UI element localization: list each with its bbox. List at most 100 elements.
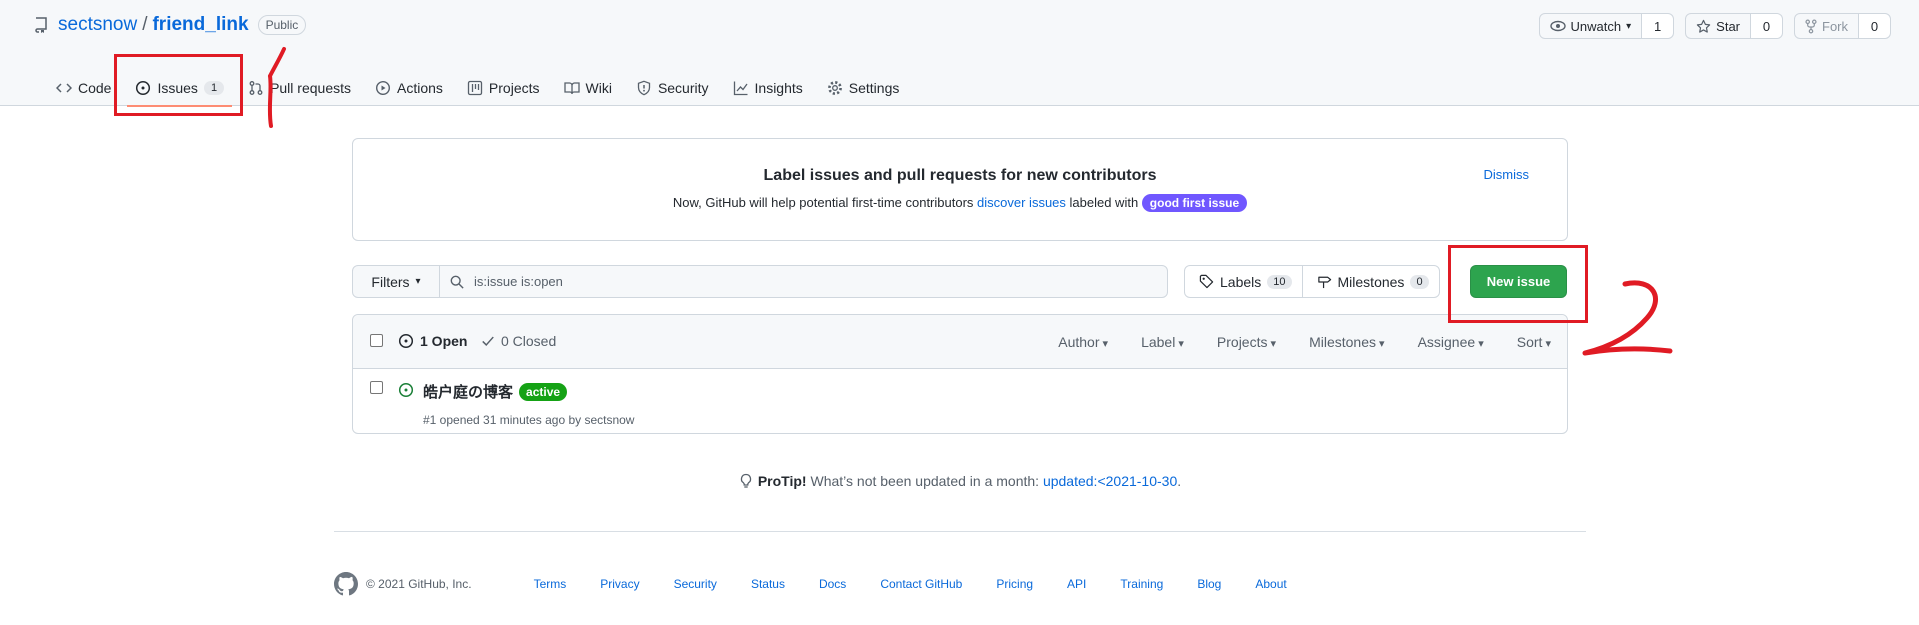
issue-sort-menus: Author Label Projects Milestones Assigne… (1058, 334, 1551, 350)
good-first-issue-label[interactable]: good first issue (1141, 194, 1248, 212)
milestone-icon (1317, 274, 1332, 289)
watch-count[interactable]: 1 (1642, 14, 1674, 38)
search-input[interactable] (474, 274, 1114, 289)
milestones-button[interactable]: Milestones 0 (1301, 266, 1439, 297)
tab-pull-requests[interactable]: Pull requests (236, 70, 363, 106)
fork-label: Fork (1822, 18, 1848, 34)
protip-end: . (1177, 473, 1182, 489)
banner-title: Label issues and pull requests for new c… (763, 167, 1157, 184)
table-icon (467, 80, 483, 96)
labels-label: Labels (1220, 273, 1262, 290)
footer-link-about[interactable]: About (1255, 577, 1286, 591)
fork-count[interactable]: 0 (1859, 14, 1890, 38)
assignee-menu[interactable]: Assignee (1418, 334, 1484, 350)
labels-count: 10 (1267, 274, 1292, 289)
sort-menu[interactable]: Sort (1517, 334, 1551, 350)
footer-link-privacy[interactable]: Privacy (600, 577, 639, 591)
tab-settings[interactable]: Settings (815, 70, 912, 106)
milestones-count: 0 (1410, 274, 1429, 289)
protip-strong: ProTip! (757, 473, 807, 489)
filter-bar: Filters ▾ Labels 10 Milestones 0 New iss… (352, 265, 1568, 298)
watch-label: Unwatch (1570, 18, 1622, 34)
footer-link-contact[interactable]: Contact GitHub (880, 577, 962, 591)
footer-links: Terms Privacy Security Status Docs Conta… (534, 577, 1287, 591)
tab-security[interactable]: Security (624, 70, 721, 106)
footer-link-security[interactable]: Security (674, 577, 717, 591)
star-count[interactable]: 0 (1751, 14, 1782, 38)
repo-separator: / (142, 14, 148, 35)
select-all-checkbox[interactable] (370, 334, 383, 347)
filters-label: Filters (371, 273, 410, 290)
issue-title-link[interactable]: 皓户庭の博客 (423, 381, 513, 402)
issues-search (439, 265, 1168, 298)
open-count-label: 1 Open (420, 333, 468, 349)
tab-label: Settings (848, 80, 900, 96)
footer-link-docs[interactable]: Docs (819, 577, 846, 591)
footer-link-api[interactable]: API (1067, 577, 1086, 591)
contributors-banner: Label issues and pull requests for new c… (352, 138, 1568, 241)
filters-dropdown[interactable]: Filters ▾ (352, 265, 440, 298)
open-issues-filter[interactable]: 1 Open (398, 333, 467, 349)
issues-list: 1 Open 0 Closed Author Label Projects Mi… (352, 314, 1568, 434)
protip-link[interactable]: updated:<2021-10-30 (1043, 473, 1177, 489)
dismiss-button[interactable]: Dismiss (1484, 167, 1530, 182)
labels-milestones-group: Labels 10 Milestones 0 (1184, 265, 1440, 298)
tag-icon (1199, 274, 1214, 289)
eye-icon (1549, 20, 1566, 32)
footer-link-status[interactable]: Status (751, 577, 785, 591)
star-icon (1696, 19, 1711, 34)
fork-button-group: Fork 0 (1794, 13, 1891, 39)
banner-text-after: labeled with (1065, 195, 1142, 210)
milestones-menu[interactable]: Milestones (1309, 334, 1385, 350)
issue-label[interactable]: active (519, 382, 568, 401)
tab-wiki[interactable]: Wiki (552, 70, 624, 106)
banner-text: Now, GitHub will help potential first-ti… (353, 194, 1567, 212)
issue-opened-icon (398, 382, 414, 398)
annotation-number-1 (267, 47, 286, 128)
play-icon (375, 80, 391, 96)
repo-actions: Unwatch ▾ 1 Star 0 Fork 0 (1538, 13, 1891, 39)
closed-count-label: 0 Closed (501, 333, 557, 349)
issues-list-header: 1 Open 0 Closed Author Label Projects Mi… (353, 315, 1567, 369)
repo-owner-link[interactable]: sectsnow (58, 14, 137, 36)
issue-row: 皓户庭の博客 active #1 opened 31 minutes ago b… (353, 369, 1567, 434)
repo-name-link[interactable]: friend_link (152, 14, 248, 36)
book-icon (563, 80, 580, 96)
star-button-group: Star 0 (1685, 13, 1783, 39)
author-menu[interactable]: Author (1058, 334, 1108, 350)
annotation-number-2 (1582, 280, 1673, 356)
issue-opened-icon (398, 333, 414, 349)
repo-forked-icon (1805, 19, 1817, 34)
tab-actions[interactable]: Actions (363, 70, 455, 106)
tab-label: Actions (397, 80, 443, 96)
footer-link-terms[interactable]: Terms (534, 577, 567, 591)
tab-code[interactable]: Code (44, 70, 123, 106)
issue-checkbox[interactable] (370, 381, 383, 394)
watch-button[interactable]: Unwatch ▾ (1540, 14, 1643, 38)
projects-menu[interactable]: Projects (1217, 334, 1276, 350)
tab-insights[interactable]: Insights (721, 70, 815, 106)
issue-title-line: 皓户庭の博客 active (423, 381, 568, 402)
issue-meta: #1 opened 31 minutes ago by sectsnow (423, 413, 635, 427)
copyright: © 2021 GitHub, Inc. (366, 577, 472, 591)
discover-issues-link[interactable]: discover issues (977, 195, 1066, 210)
fork-button[interactable]: Fork (1795, 14, 1859, 38)
protip-text: ProTip! What’s not been updated in a mon… (758, 473, 1181, 489)
closed-issues-filter[interactable]: 0 Closed (481, 333, 556, 349)
protip-body: What’s not been updated in a month: (806, 473, 1043, 489)
tab-projects[interactable]: Projects (455, 70, 552, 106)
light-bulb-icon (739, 473, 753, 489)
star-button[interactable]: Star (1686, 14, 1751, 38)
watch-button-group: Unwatch ▾ 1 (1538, 13, 1675, 39)
milestones-label: Milestones (1337, 273, 1405, 290)
github-logo-icon[interactable] (334, 572, 358, 596)
labels-button[interactable]: Labels 10 (1185, 266, 1302, 297)
label-menu[interactable]: Label (1141, 334, 1184, 350)
annotation-box-new-issue (1448, 245, 1588, 323)
footer-link-training[interactable]: Training (1120, 577, 1163, 591)
footer-link-blog[interactable]: Blog (1197, 577, 1221, 591)
chevron-down-icon: ▾ (415, 276, 421, 287)
footer: © 2021 GitHub, Inc. Terms Privacy Securi… (334, 572, 1287, 596)
footer-link-pricing[interactable]: Pricing (996, 577, 1033, 591)
star-label: Star (1716, 18, 1740, 34)
